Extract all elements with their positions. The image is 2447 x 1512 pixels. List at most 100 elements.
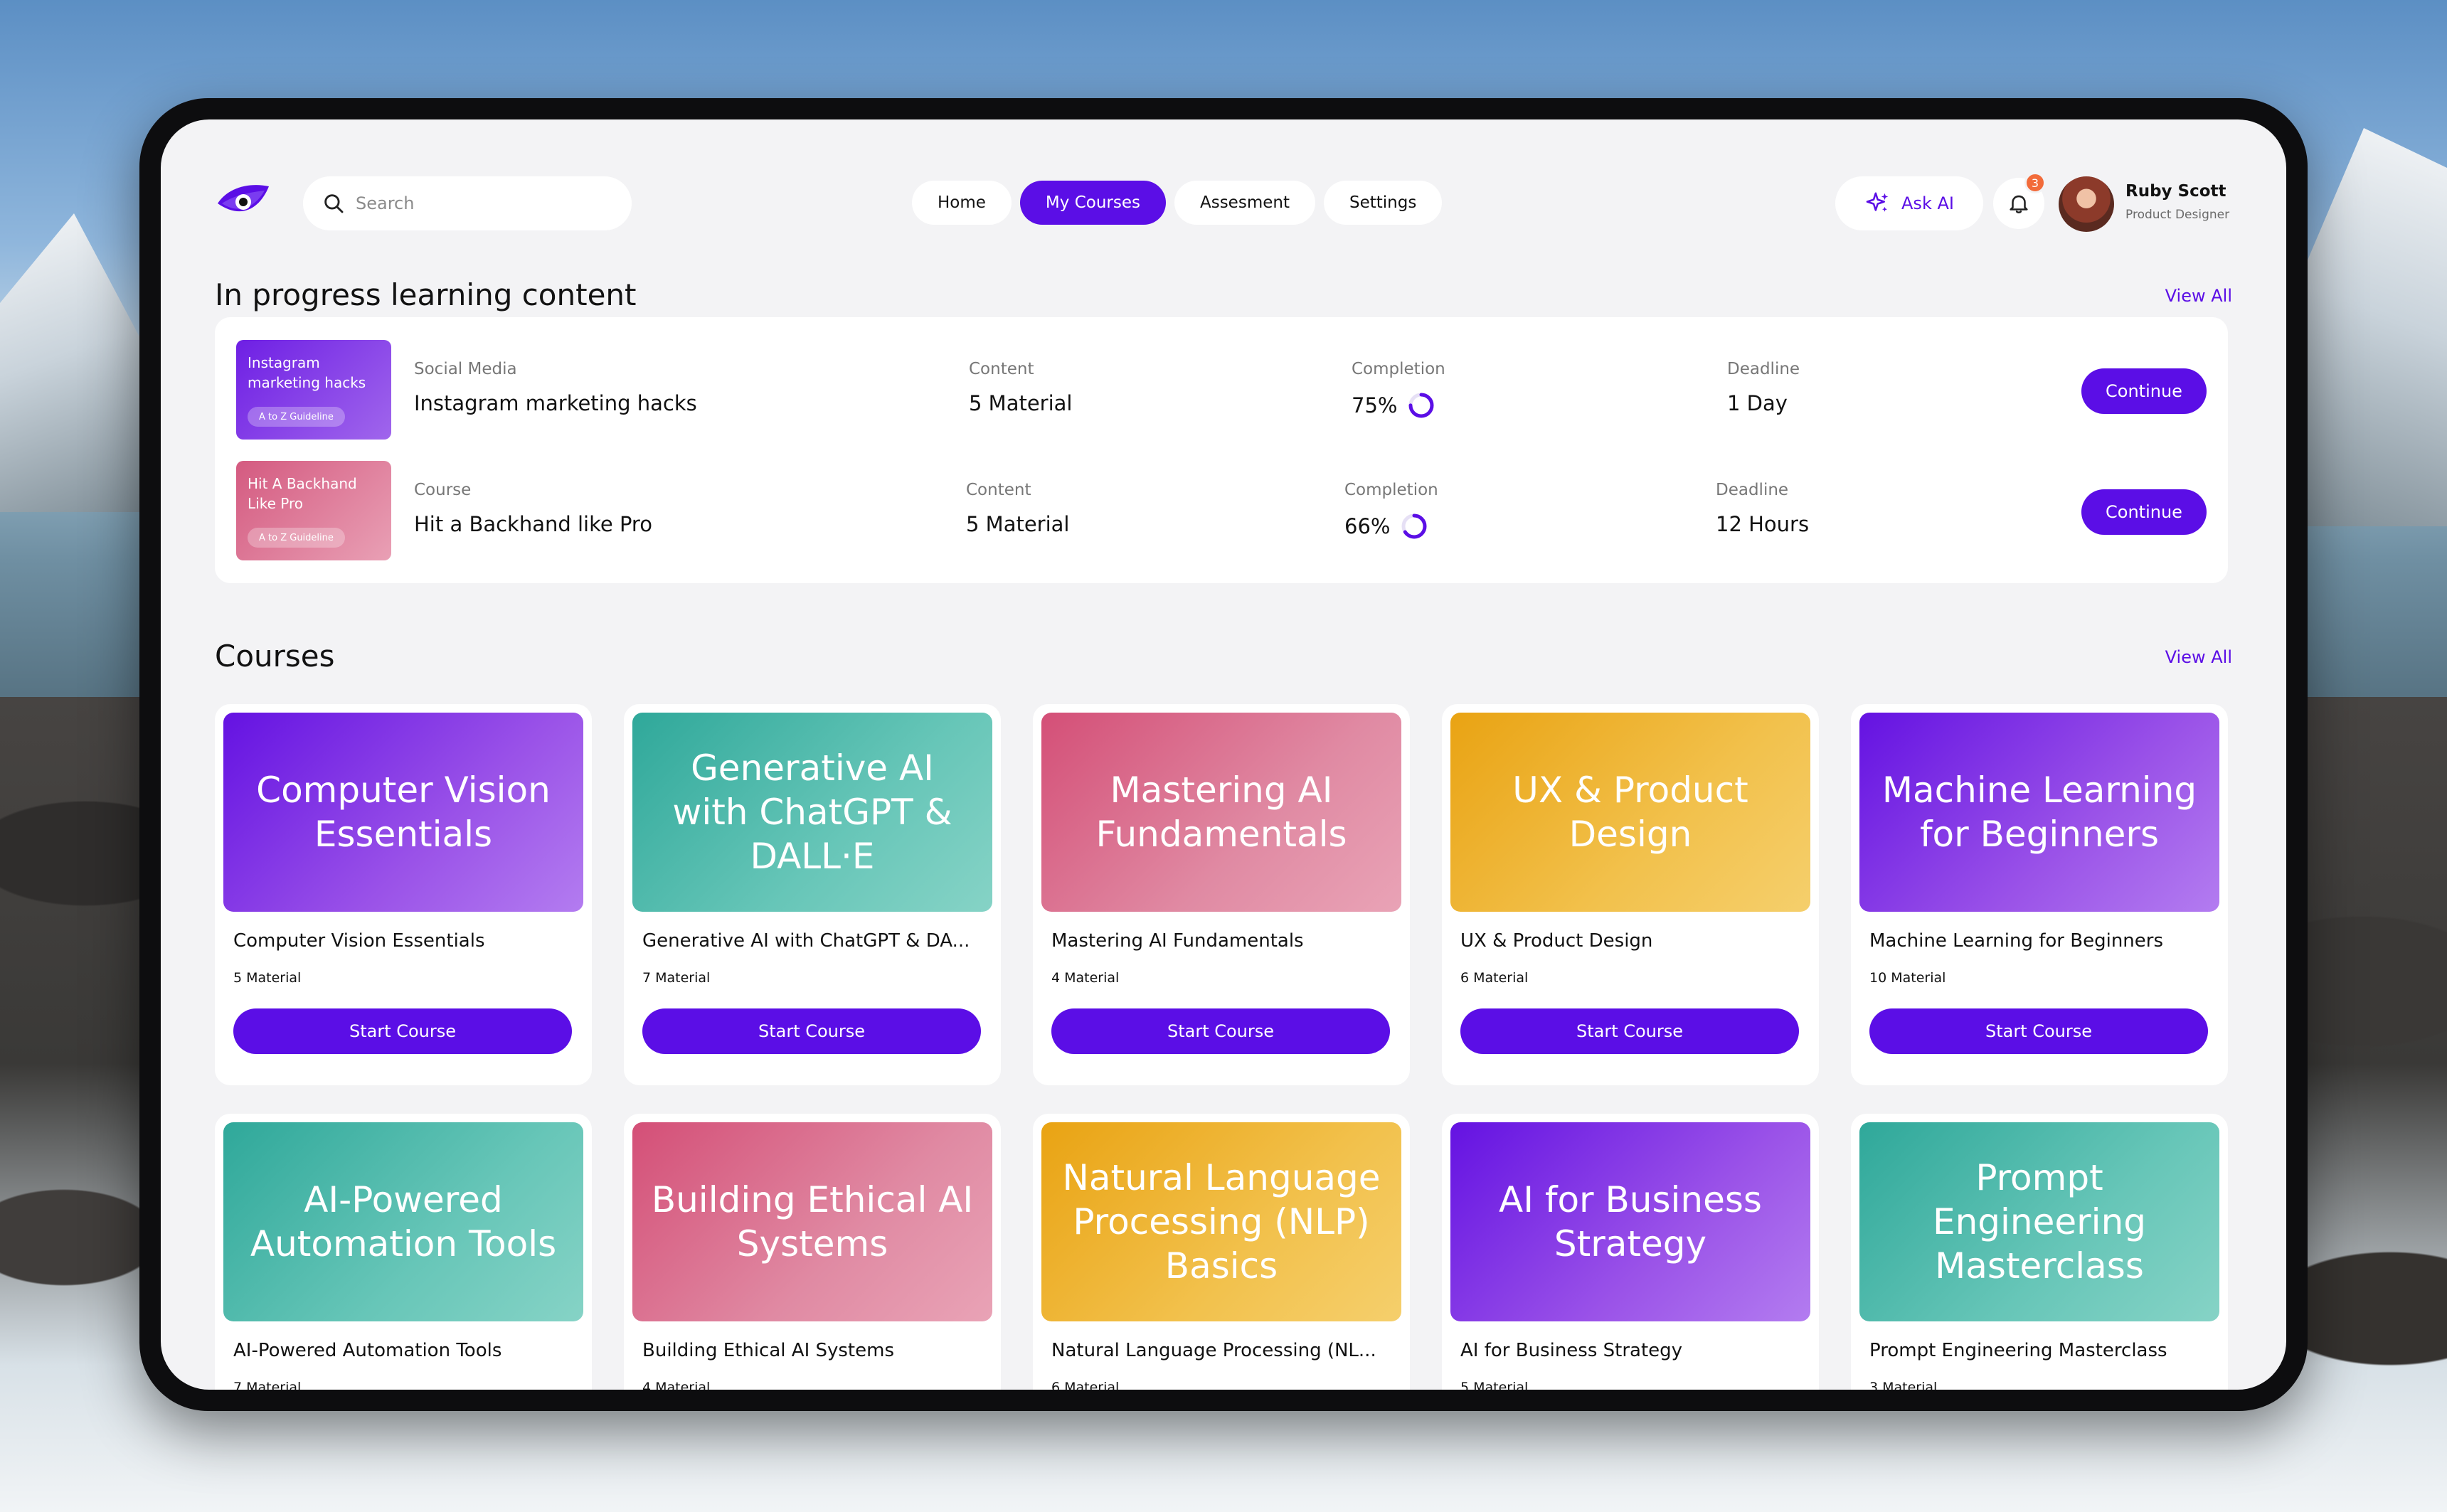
course-name: Natural Language Processing (NL... (1051, 1340, 1376, 1361)
courses-title: Courses (215, 639, 335, 674)
progress-completion-label: Completion (1352, 360, 1445, 378)
progress-deadline-value: 12 Hours (1716, 512, 1810, 536)
progress-completion: 66% (1344, 512, 1438, 541)
start-course-button[interactable]: Start Course (1869, 1008, 2208, 1054)
bell-icon (2010, 195, 2028, 213)
notification-badge: 3 (2024, 172, 2046, 193)
course-thumbnail[interactable]: Prompt Engineering Masterclass (1859, 1122, 2219, 1321)
start-course-button[interactable]: Start Course (1460, 1008, 1799, 1054)
course-card[interactable]: UX & Product Design UX & Product Design 6 … (1442, 704, 1819, 1085)
course-thumbnail[interactable]: Mastering AI Fundamentals (1041, 713, 1401, 912)
course-thumbnail[interactable]: Machine Learning for Beginners (1859, 713, 2219, 912)
progress-completion-column: Completion 75% (1352, 360, 1445, 420)
sparkle-icon (1866, 192, 1889, 212)
progress-deadline-value: 1 Day (1727, 391, 1788, 415)
course-thumbnail[interactable]: UX & Product Design (1450, 713, 1810, 912)
course-thumbnail[interactable]: AI for Business Strategy (1450, 1122, 1810, 1321)
progress-ring-icon (1408, 393, 1434, 418)
app-content: Home My Courses Assesment Settings Ask A… (161, 119, 2286, 1390)
course-name: UX & Product Design (1460, 930, 1653, 952)
course-card[interactable]: Generative AI with ChatGPT & DALL·E Gener… (624, 704, 1001, 1085)
nav-item-settings[interactable]: Settings (1323, 181, 1443, 225)
course-material-count: 7 Material (642, 970, 711, 986)
avatar[interactable] (2059, 176, 2114, 232)
course-card[interactable]: Prompt Engineering Masterclass Prompt Eng… (1851, 1114, 2228, 1390)
continue-button[interactable]: Continue (2081, 489, 2207, 535)
in-progress-title: In progress learning content (215, 277, 637, 312)
course-name: AI for Business Strategy (1460, 1340, 1683, 1361)
progress-content-column: Content 5 Material (969, 360, 1072, 415)
progress-completion: 75% (1352, 391, 1445, 420)
course-thumbnail[interactable]: Building Ethical AI Systems (632, 1122, 992, 1321)
progress-course-name: Hit a Backhand like Pro (414, 512, 652, 536)
course-material-count: 6 Material (1051, 1380, 1120, 1390)
progress-content-column: Content 5 Material (966, 481, 1069, 536)
progress-ring-icon (1401, 513, 1427, 539)
course-name: AI-Powered Automation Tools (233, 1340, 502, 1361)
in-progress-view-all-link[interactable]: View All (2165, 286, 2232, 306)
course-material-count: 5 Material (1460, 1380, 1529, 1390)
course-material-count: 7 Material (233, 1380, 302, 1390)
progress-completion-value: 75% (1352, 393, 1398, 417)
progress-name-column: Course Hit a Backhand like Pro (414, 481, 652, 536)
course-material-count: 4 Material (1051, 970, 1120, 986)
progress-thumbnail-tag: A to Z Guideline (248, 528, 345, 548)
progress-course-name: Instagram marketing hacks (414, 391, 697, 415)
ask-ai-label: Ask AI (1901, 193, 1954, 213)
course-name: Building Ethical AI Systems (642, 1340, 894, 1361)
course-card[interactable]: AI-Powered Automation Tools AI-Powered Au… (215, 1114, 592, 1390)
course-name: Generative AI with ChatGPT & DA... (642, 930, 970, 952)
course-name: Computer Vision Essentials (233, 930, 485, 952)
progress-deadline-column: Deadline 1 Day (1727, 360, 1800, 415)
notification-button[interactable]: 3 (1993, 172, 2046, 229)
course-thumbnail[interactable]: AI-Powered Automation Tools (223, 1122, 583, 1321)
progress-row[interactable]: Hit A Backhand Like Pro A to Z Guideline… (215, 461, 2228, 560)
nav-item-home[interactable]: Home (912, 181, 1012, 225)
progress-content-label: Content (969, 360, 1034, 378)
user-name: Ruby Scott (2125, 182, 2226, 201)
progress-category: Social Media (414, 360, 517, 378)
course-name: Mastering AI Fundamentals (1051, 930, 1304, 952)
tablet-frame: Home My Courses Assesment Settings Ask A… (139, 98, 2308, 1411)
course-thumbnail[interactable]: Generative AI with ChatGPT & DALL·E (632, 713, 992, 912)
progress-content-value: 5 Material (966, 512, 1070, 536)
start-course-button[interactable]: Start Course (1051, 1008, 1390, 1054)
course-card[interactable]: Natural Language Processing (NLP) Basics… (1033, 1114, 1410, 1390)
search-bar[interactable] (303, 176, 632, 230)
progress-thumbnail-title: Instagram marketing hacks (248, 354, 366, 391)
start-course-button[interactable]: Start Course (642, 1008, 981, 1054)
progress-content-value: 5 Material (969, 391, 1073, 415)
course-name: Prompt Engineering Masterclass (1869, 1340, 2167, 1361)
progress-deadline-label: Deadline (1716, 481, 1789, 499)
search-input[interactable] (356, 193, 612, 213)
course-thumbnail[interactable]: Natural Language Processing (NLP) Basics (1041, 1122, 1401, 1321)
course-card[interactable]: Building Ethical AI Systems Building Ethi… (624, 1114, 1001, 1390)
progress-completion-column: Completion 66% (1344, 481, 1438, 541)
course-material-count: 3 Material (1869, 1380, 1938, 1390)
ask-ai-button[interactable]: Ask AI (1835, 176, 1983, 230)
course-material-count: 5 Material (233, 970, 302, 986)
progress-thumbnail-title: Hit A Backhand Like Pro (248, 475, 357, 512)
course-card[interactable]: AI for Business Strategy AI for Business … (1442, 1114, 1819, 1390)
nav-item-assesment[interactable]: Assesment (1174, 181, 1315, 225)
course-name: Machine Learning for Beginners (1869, 930, 2164, 952)
courses-view-all-link[interactable]: View All (2165, 647, 2232, 667)
continue-button[interactable]: Continue (2081, 368, 2207, 414)
search-icon (324, 194, 344, 213)
course-card[interactable]: Computer Vision Essentials Computer Visio… (215, 704, 592, 1085)
progress-content-label: Content (966, 481, 1031, 499)
course-card[interactable]: Machine Learning for Beginners Machine Le… (1851, 704, 2228, 1085)
nav-item-my-courses[interactable]: My Courses (1019, 181, 1166, 225)
course-thumbnail[interactable]: Computer Vision Essentials (223, 713, 583, 912)
course-card[interactable]: Mastering AI Fundamentals Mastering AI Fu… (1033, 704, 1410, 1085)
progress-thumbnail[interactable]: Instagram marketing hacks A to Z Guideli… (236, 340, 391, 440)
start-course-button[interactable]: Start Course (233, 1008, 572, 1054)
progress-name-column: Social Media Instagram marketing hacks (414, 360, 697, 415)
progress-thumbnail[interactable]: Hit A Backhand Like Pro A to Z Guideline (236, 461, 391, 560)
app-screen: Home My Courses Assesment Settings Ask A… (161, 119, 2286, 1390)
course-material-count: 4 Material (642, 1380, 711, 1390)
progress-row[interactable]: Instagram marketing hacks A to Z Guideli… (215, 340, 2228, 440)
course-material-count: 10 Material (1869, 970, 1946, 986)
user-role: Product Designer (2125, 208, 2230, 222)
logo-eye-icon[interactable] (215, 179, 272, 223)
